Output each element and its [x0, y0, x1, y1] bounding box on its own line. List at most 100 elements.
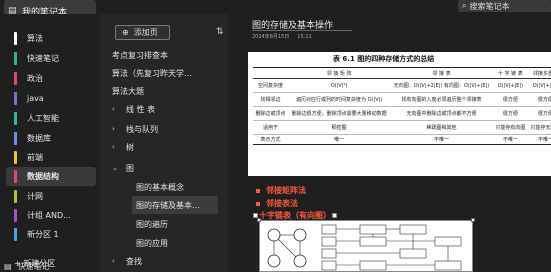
page-item[interactable]: ⌄ 图 [112, 159, 214, 177]
page-item[interactable]: 图的应用 [136, 234, 214, 252]
chevron-down-icon[interactable]: ⌄ [112, 164, 122, 172]
section-label: 前端 [27, 153, 43, 162]
bullet-dot [256, 201, 260, 206]
chevron-right-icon[interactable]: › [112, 125, 122, 133]
section-tab[interactable]: 数据库 [6, 129, 96, 148]
bullet-text: 邻接表法 [266, 199, 298, 208]
bullet-item[interactable]: 邻接矩阵法 [256, 185, 306, 196]
page-label: 算法（先复习昨天学... [112, 68, 192, 78]
page-canvas[interactable]: 图的存储及基本操作 2024年8月15日 15:11 表 6.1 图的四种存储方式… [232, 14, 551, 272]
table-cell: 遍历对应行或列的时间复杂度为 O(|V|) [288, 92, 391, 107]
title-underline [252, 30, 352, 31]
table-cell: 不唯一 [527, 134, 551, 145]
section-label: 数据结构 [27, 172, 59, 181]
section-color-marker [14, 32, 17, 45]
orthogonal-list-diagram-image[interactable] [259, 220, 473, 272]
page-item[interactable]: › 线 性 表 [112, 100, 214, 118]
bullet-item[interactable]: 邻接表法 [256, 198, 298, 209]
chevron-right-icon[interactable]: › [112, 257, 122, 265]
page-label: 查找 [126, 256, 142, 266]
section-tab[interactable]: 人工智能 [6, 109, 96, 128]
table-cell: O(|V|+|E|) [492, 78, 528, 93]
section-color-marker [14, 190, 17, 203]
page-item[interactable]: 图的基本概念 [136, 178, 214, 196]
table-cell: O(|V|²) [288, 78, 391, 93]
table-cell: 只能存无向图 [527, 120, 551, 135]
section-label: 算法 [27, 34, 43, 43]
bullet-dot [256, 188, 260, 193]
section-tab[interactable]: 数据结构 [6, 167, 96, 186]
section-tab[interactable]: 算法 [6, 29, 96, 48]
page-item[interactable]: 考点复习排查本 [112, 46, 214, 64]
orthogonal-list-diagram [267, 224, 462, 271]
page-label: 算法大题 [112, 86, 144, 96]
table-cell: 表示方式 [253, 134, 289, 145]
chevron-right-icon[interactable]: › [112, 143, 122, 151]
quick-notes-notebook[interactable]: ▤ 快速笔记 [4, 261, 50, 272]
section-color-marker [14, 151, 17, 164]
table-cell: 很方便 [527, 92, 551, 107]
section-label: 计组 AND... [27, 211, 71, 220]
image-resize-handle[interactable] [257, 218, 261, 222]
table-cell: 很方便 [492, 106, 528, 121]
page-datetime: 2024年8月15日 15:11 [252, 33, 312, 40]
section-label: 数据库 [27, 134, 51, 143]
table-row: 删除边或顶点 删除边很方便，删除顶点需要大量移动数据 无向图中删除边或顶点都不方便很… [253, 106, 551, 121]
page-item[interactable]: 算法大题 [112, 82, 214, 100]
table-row: 找相邻边 遍历对应行或列的时间复杂度为 O(|V|) 找有向图的入度必须遍历整个邻接… [253, 92, 551, 107]
page-label: 图的遍历 [136, 219, 168, 229]
section-color-marker [14, 132, 17, 145]
table-header-cell [253, 67, 289, 79]
section-label: 人工智能 [27, 114, 59, 123]
page-item[interactable]: › 栈与队列 [112, 120, 214, 138]
table-cell: 不唯一 [390, 134, 493, 145]
sort-icon[interactable]: ⇅ [216, 27, 224, 37]
section-list: 算法快速笔记政治 java 人工智能数据库前端数据结构计网计组 AND... 新分区 … [0, 14, 100, 272]
section-color-marker [14, 92, 17, 105]
table-header-cell: 邻接多重表 [527, 67, 551, 79]
bullet-text: 邻接矩阵法 [266, 186, 306, 195]
page-label: 图的应用 [136, 238, 168, 248]
table-cell: 不唯一 [492, 134, 528, 145]
chevron-right-icon[interactable]: › [112, 105, 122, 113]
page-label: 图的存储及基本... [136, 200, 200, 210]
section-tab[interactable]: 新分区 1 [6, 225, 96, 244]
storage-summary-table: 邻 接 矩 阵邻 接 表十 字 链 表邻接多重表空间复杂度O(|V|²)无向图：… [253, 67, 551, 145]
section-tab[interactable]: java [6, 89, 96, 108]
table-cell: 删除边或顶点 [253, 106, 289, 121]
page-item[interactable]: › 树 [112, 138, 214, 156]
page-list-panel: ⊕ 添加页 ⇅ 考点复习排查本 算法（先复习昨天学... 算法大题 › 线 性 表 › 栈与… [100, 14, 326, 272]
search-placeholder: 搜索笔记本 [469, 1, 510, 11]
page-item[interactable]: 图的遍历 [136, 215, 214, 233]
page-label: 图的基本概念 [136, 182, 184, 192]
section-tab[interactable]: 计组 AND... [6, 206, 96, 225]
section-label: 政治 [27, 74, 43, 83]
table-cell: 找相邻边 [253, 92, 289, 107]
section-tab[interactable]: 计网 [6, 187, 96, 206]
page-item[interactable]: 算法（先复习昨天学... [112, 64, 214, 82]
table-screenshot-image[interactable]: 表 6.1 图的四种存储方式的总结 邻 接 矩 阵邻 接 表十 字 链 表邻接多… [248, 52, 551, 176]
search-input[interactable]: ⌕ 搜索笔记本 [458, 0, 551, 12]
table-header-cell: 十 字 链 表 [492, 67, 528, 79]
section-label: java [27, 94, 44, 103]
table-cell: 只能存有向图 [492, 120, 528, 135]
page-label: 图 [126, 163, 134, 173]
page-item-selected[interactable]: 图的存储及基本... [132, 196, 218, 214]
add-page-icon: ⊕ [122, 28, 129, 37]
page-date: 2024年8月15日 [252, 34, 290, 40]
section-tab[interactable]: 前端 [6, 148, 96, 167]
table-cell: 唯一 [288, 134, 391, 145]
page-item[interactable]: › 查找 [112, 252, 214, 270]
table-cell: 删除边很方便，删除顶点需要大量移动数据 [288, 106, 391, 121]
table-cell: 空间复杂度 [253, 78, 289, 93]
page-label: 栈与队列 [126, 124, 158, 134]
table-cell: 找有向图的入度必须遍历整个邻接表 [390, 92, 493, 107]
add-page-button[interactable]: ⊕ 添加页 [115, 25, 170, 40]
table-row: 表示方式 唯一 不唯一 不唯一 不唯一 [253, 134, 551, 145]
section-tab[interactable]: 政治 [6, 69, 96, 88]
table-cell: 无向图：O(|V|+2|E|) 有向图：O(|V|+|E|) [390, 78, 493, 93]
section-tab[interactable]: 快速笔记 [6, 49, 96, 68]
image-resize-handle[interactable] [471, 218, 475, 222]
section-color-marker [14, 52, 17, 65]
selection-handle[interactable] [332, 213, 337, 218]
